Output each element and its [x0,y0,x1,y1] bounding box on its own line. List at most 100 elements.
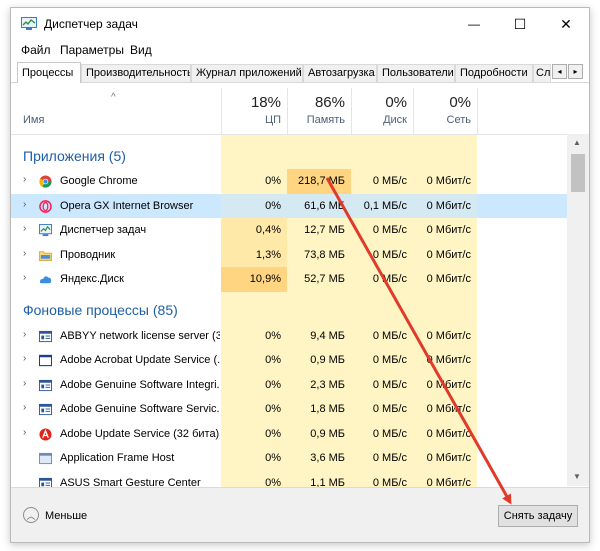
collapse-chevron-up-icon[interactable]: ︿ [23,507,39,523]
expand-chevron-icon[interactable]: › [23,272,26,283]
maximize-button[interactable]: ☐ [497,8,543,40]
chevron-left-icon: ◂ [557,67,562,76]
disk-label: Диск [383,114,407,126]
cpu-value: 0% [265,403,281,415]
column-disk[interactable]: 0% Диск [351,88,413,134]
tab-users[interactable]: Пользователи [377,64,455,82]
cpu-value: 1,3% [255,248,281,261]
scroll-down-icon[interactable]: ▼ [573,472,581,481]
memory-value: 1,8 МБ [310,403,345,415]
process-name: Яндекс.Диск [60,273,124,285]
vertical-scrollbar[interactable]: ▲ ▼ [567,134,589,486]
table-row[interactable]: › Яндекс.Диск 10,9% 52,7 МБ 0 МБ/с 0 Мби… [11,267,567,292]
network-value: 0 Мбит/с [426,175,471,187]
close-button[interactable]: ✕ [543,8,589,40]
tab-scroll-right-button[interactable]: ▸ [568,64,583,79]
menu-file[interactable]: Файл [21,43,51,57]
network-value: 0 Мбит/с [426,329,471,342]
memory-value: 52,7 МБ [304,273,345,285]
disk-value: 0,1 МБ/с [363,199,407,212]
tab-scroll-left-button[interactable]: ◂ [552,64,567,79]
disk-value: 0 МБ/с [372,224,407,236]
table-row[interactable]: › Adobe Genuine Software Servic... 0% 1,… [11,397,567,422]
scroll-up-icon[interactable]: ▲ [573,138,581,147]
table-row[interactable]: › Google Chrome 0% 218,7 МБ 0 МБ/с 0 Мби… [11,169,567,194]
table-row[interactable]: › Adobe Genuine Software Integri... 0% 2… [11,372,567,397]
disk-value: 0 МБ/с [372,476,407,488]
service-icon [39,379,52,391]
column-cpu[interactable]: 18% ЦП [221,88,287,134]
table-row-selected[interactable]: › Opera GX Internet Browser 0% 61,6 МБ 0… [11,193,567,218]
tab-performance[interactable]: Производительность [81,64,191,82]
expand-chevron-icon[interactable]: › [23,174,26,185]
minimize-button[interactable]: — [451,8,497,40]
cpu-value: 0% [265,452,281,464]
menu-options[interactable]: Параметры [60,43,124,57]
memory-value: 0,9 МБ [310,354,345,366]
table-row[interactable]: › Диспетчер задач 0,4% 12,7 МБ 0 МБ/с 0 … [11,218,567,243]
table-row[interactable]: › Проводник 1,3% 73,8 МБ 0 МБ/с 0 Мбит/с [11,242,567,267]
column-network[interactable]: 0% Сеть [413,88,477,134]
minimize-icon: — [468,17,480,31]
cpu-value: 0% [265,427,281,440]
process-name: Google Chrome [60,175,138,187]
table-row[interactable]: ASUS Smart Gesture Center 0% 1,1 МБ 0 МБ… [11,470,567,488]
app-frame-icon [39,452,52,465]
process-list: Приложения (5) › Google Chrome 0% 218,7 … [11,134,589,487]
process-name: Диспетчер задач [60,224,147,236]
window-icon [39,354,52,367]
column-name[interactable]: Имя [23,114,44,126]
table-row[interactable]: › ABBYY network license server (3... 0% … [11,323,567,348]
expand-chevron-icon[interactable]: › [23,199,26,210]
window-title: Диспетчер задач [44,17,138,31]
column-header: ^ Имя 18% ЦП 86% Память 0% Диск 0% Сеть [11,88,589,134]
process-name: ASUS Smart Gesture Center [60,476,201,488]
table-row[interactable]: › Adobe Update Service (32 бита) 0% 0,9 … [11,421,567,446]
cpu-value: 10,9% [249,273,281,285]
disk-value: 0 МБ/с [372,248,407,261]
expand-chevron-icon[interactable]: › [23,402,26,413]
column-memory[interactable]: 86% Память [287,88,351,134]
task-manager-icon [39,224,52,237]
memory-value: 1,1 МБ [310,476,345,488]
scrollbar-thumb[interactable] [571,154,585,192]
process-name: Adobe Genuine Software Integri... [60,378,220,391]
expand-chevron-icon[interactable]: › [23,353,26,364]
memory-value: 3,6 МБ [310,452,345,464]
expand-chevron-icon[interactable]: › [23,248,26,259]
footer-bar: ︿ Меньше Снять задачу [11,487,589,542]
fewer-details-link[interactable]: Меньше [45,510,87,522]
column-extra [477,88,567,134]
cpu-value: 0% [265,378,281,391]
table-row[interactable]: › Adobe Acrobat Update Service (... 0% 0… [11,348,567,373]
disk-value: 0 МБ/с [372,427,407,440]
tab-processes[interactable]: Процессы [17,62,81,83]
process-name: Application Frame Host [60,452,175,464]
network-heat-cell [413,291,477,324]
cpu-total: 18% [250,94,281,111]
memory-heat-cell [287,135,351,169]
title-bar: Диспетчер задач — ☐ ✕ [11,8,589,40]
tab-startup[interactable]: Автозагрузка [303,64,377,82]
table-row[interactable]: Application Frame Host 0% 3,6 МБ 0 МБ/с … [11,446,567,471]
network-total: 0% [449,94,471,111]
expand-chevron-icon[interactable]: › [23,329,26,340]
end-task-button[interactable]: Снять задачу [498,505,578,527]
process-name: Adobe Genuine Software Servic... [60,403,220,415]
expand-chevron-icon[interactable]: › [23,378,26,389]
tab-details[interactable]: Подробности [455,64,533,82]
cpu-label: ЦП [264,114,281,126]
expand-chevron-icon[interactable]: › [23,427,26,438]
disk-value: 0 МБ/с [372,452,407,464]
memory-value: 61,6 МБ [304,199,345,212]
disk-value: 0 МБ/с [372,378,407,391]
cpu-value: 0,4% [255,224,281,236]
memory-value: 73,8 МБ [304,248,345,261]
tab-services[interactable]: Сл [533,64,551,82]
disk-heat-cell [351,135,413,169]
menu-view[interactable]: Вид [130,43,152,57]
expand-chevron-icon[interactable]: › [23,223,26,234]
process-name: Проводник [60,248,116,261]
tab-app-history[interactable]: Журнал приложений [191,64,303,82]
memory-label: Память [306,114,345,126]
